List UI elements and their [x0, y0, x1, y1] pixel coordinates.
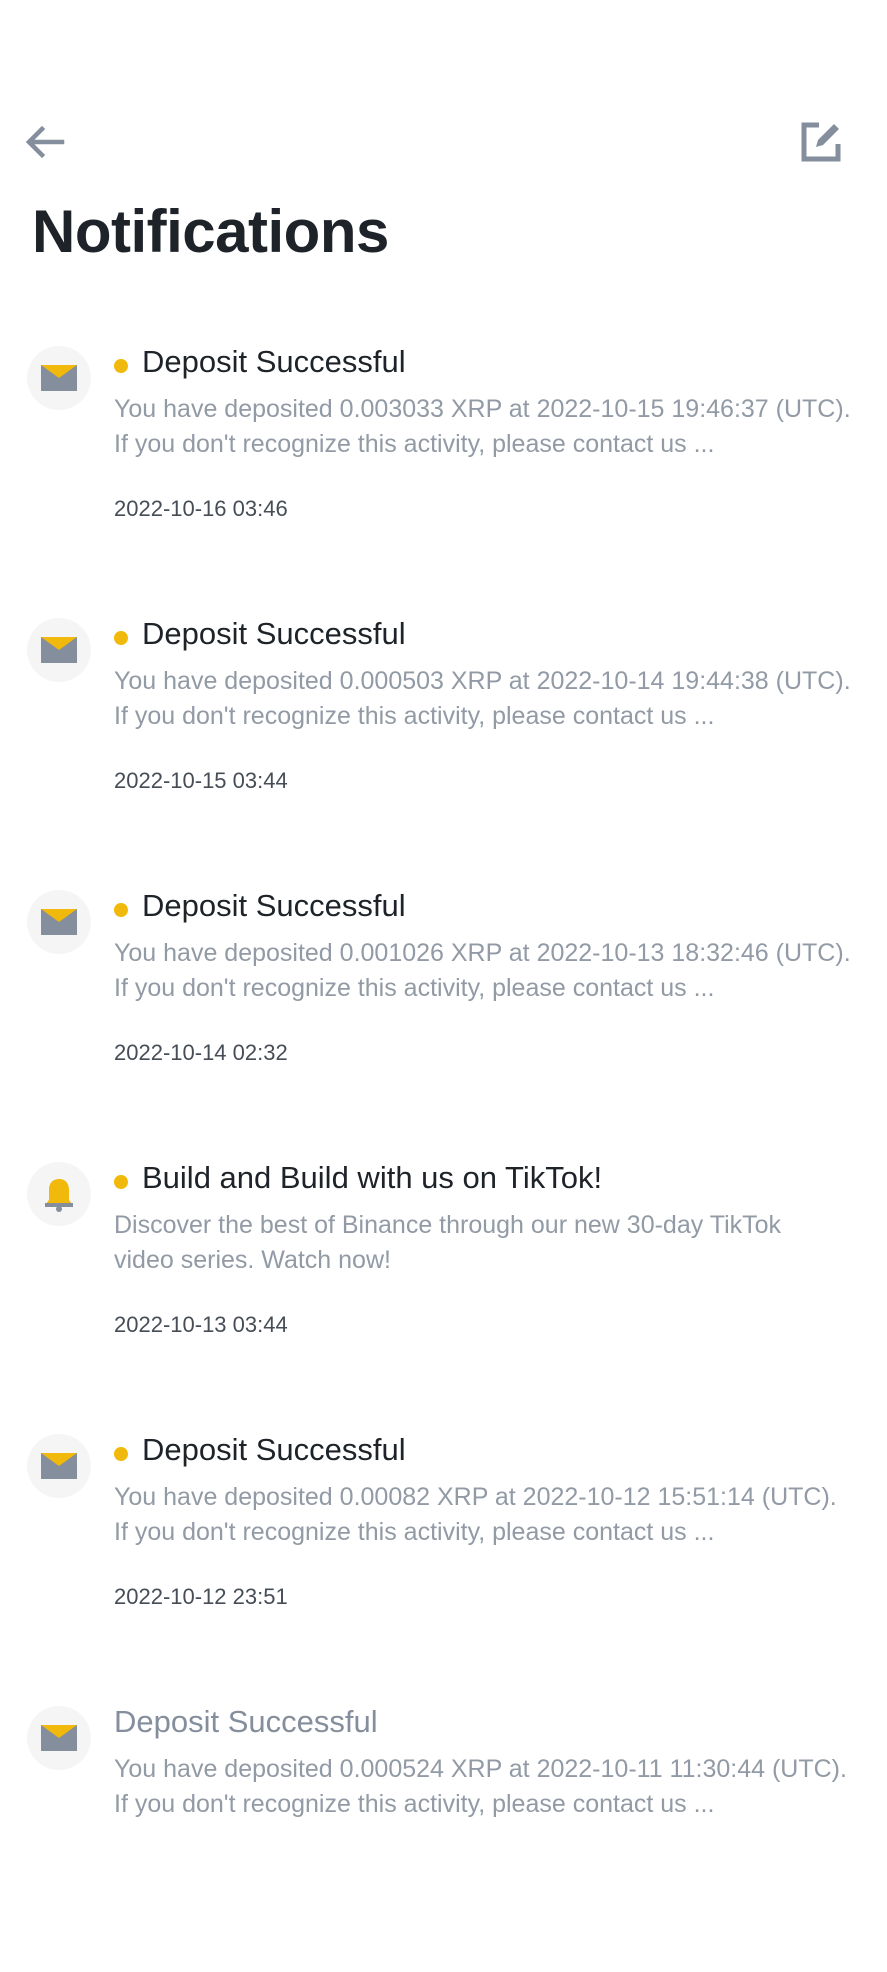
top-bar [0, 108, 887, 178]
unread-dot [114, 1447, 128, 1461]
notification-body-line: If you don't recognize this activity, pl… [114, 1518, 715, 1546]
notification-icon-badge [27, 890, 91, 954]
notification-date: 2022-10-16 03:46 [114, 496, 288, 521]
unread-dot [114, 359, 128, 373]
notification-item[interactable]: Deposit Successful You have deposited 0.… [0, 1428, 887, 1700]
notification-body-line: If you don't recognize this activity, pl… [114, 974, 715, 1002]
notification-title: Deposit Successful [114, 1704, 378, 1739]
envelope-icon [41, 1725, 77, 1751]
envelope-icon [41, 909, 77, 935]
notification-date: 2022-10-15 03:44 [114, 768, 288, 793]
notification-list: Deposit Successful You have deposited 0.… [0, 340, 887, 1972]
notification-icon-badge [27, 618, 91, 682]
notification-icon-badge [27, 1706, 91, 1770]
unread-dot [114, 1175, 128, 1189]
notification-body-line: If you don't recognize this activity, pl… [114, 430, 715, 458]
back-button[interactable] [22, 122, 66, 162]
notification-title: Deposit Successful [142, 616, 406, 651]
notification-body-line: You have deposited 0.003033 XRP at 2022-… [114, 395, 851, 423]
unread-dot [114, 631, 128, 645]
notification-body-line: If you don't recognize this activity, pl… [114, 1790, 715, 1818]
notification-body-line: Discover the best of Binance through our… [114, 1211, 782, 1239]
notification-body: You have deposited 0.001026 XRP at 2022-… [114, 936, 874, 1006]
notification-body: You have deposited 0.000503 XRP at 2022-… [114, 664, 874, 734]
notification-body-line: video series. Watch now! [114, 1246, 391, 1274]
notification-body: You have deposited 0.000524 XRP at 2022-… [114, 1752, 874, 1822]
notification-body: You have deposited 0.003033 XRP at 2022-… [114, 392, 874, 462]
unread-dot [114, 903, 128, 917]
notification-item[interactable]: Deposit Successful You have deposited 0.… [0, 884, 887, 1156]
arrow-left-icon [25, 125, 65, 159]
notification-body-line: You have deposited 0.000524 XRP at 2022-… [114, 1755, 847, 1783]
notification-body-line: You have deposited 0.00082 XRP at 2022-1… [114, 1483, 837, 1511]
notification-item[interactable]: Build and Build with us on TikTok! Disco… [0, 1156, 887, 1428]
notification-icon-badge [27, 1162, 91, 1226]
notification-item[interactable]: Deposit Successful You have deposited 0.… [0, 340, 887, 612]
notification-title: Build and Build with us on TikTok! [142, 1160, 603, 1195]
notification-body: You have deposited 0.00082 XRP at 2022-1… [114, 1480, 874, 1550]
notification-date: 2022-10-14 02:32 [114, 1040, 288, 1065]
notification-item[interactable]: Deposit Successful You have deposited 0.… [0, 1700, 887, 1972]
page-title: Notifications [32, 198, 389, 265]
notification-date: 2022-10-12 23:51 [114, 1584, 288, 1609]
notification-body-line: If you don't recognize this activity, pl… [114, 702, 715, 730]
envelope-icon [41, 637, 77, 663]
mark-all-read-button[interactable] [799, 120, 843, 164]
notification-body-line: You have deposited 0.001026 XRP at 2022-… [114, 939, 851, 967]
notification-body-line: You have deposited 0.000503 XRP at 2022-… [114, 667, 851, 695]
edit-square-icon [801, 122, 841, 162]
notification-item[interactable]: Deposit Successful You have deposited 0.… [0, 612, 887, 884]
notification-icon-badge [27, 346, 91, 410]
notification-icon-badge [27, 1434, 91, 1498]
notification-title: Deposit Successful [142, 344, 406, 379]
notification-title: Deposit Successful [142, 888, 406, 923]
envelope-icon [41, 1453, 77, 1479]
bell-icon [45, 1179, 73, 1212]
notification-body: Discover the best of Binance through our… [114, 1208, 874, 1278]
notification-date: 2022-10-13 03:44 [114, 1312, 288, 1337]
envelope-icon [41, 365, 77, 391]
notification-title: Deposit Successful [142, 1432, 406, 1467]
